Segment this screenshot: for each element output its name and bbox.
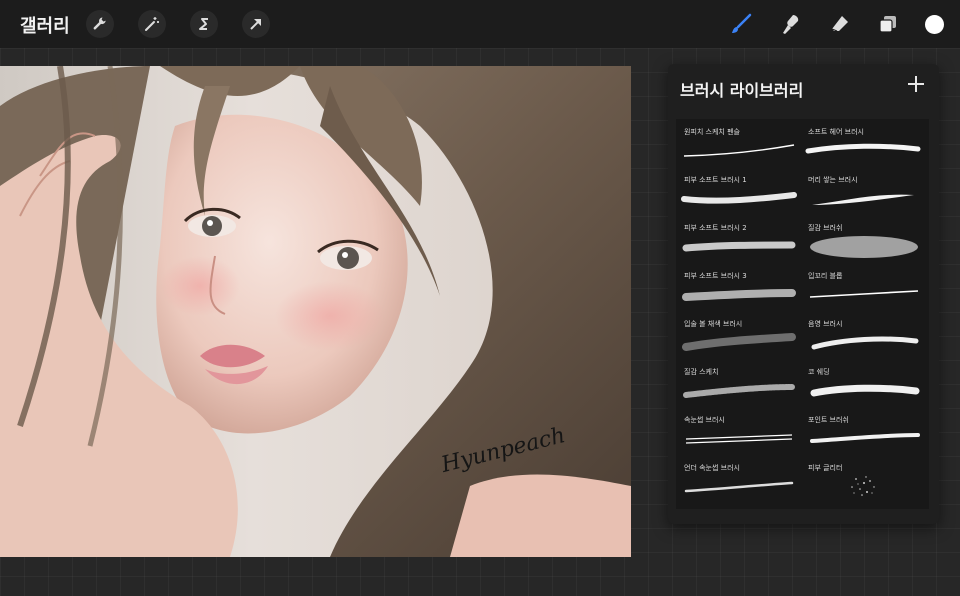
- layers-icon[interactable]: [874, 10, 902, 38]
- color-picker-swatch[interactable]: [925, 15, 944, 34]
- brush-item[interactable]: 피부 소프트 브러시 3: [676, 263, 801, 311]
- wrench-icon[interactable]: [86, 10, 114, 38]
- brush-item[interactable]: 입꼬리 블롭: [800, 263, 925, 311]
- brush-item[interactable]: 머리 쌓는 브러시: [800, 167, 925, 215]
- brush-stroke-preview: [810, 433, 920, 443]
- portrait-illustration: [0, 66, 631, 557]
- brush-stroke-preview: [683, 144, 795, 157]
- brush-stroke-preview: [810, 384, 920, 397]
- brush-stroke-preview: [682, 333, 796, 351]
- brush-item[interactable]: 코 쉐딩: [800, 359, 925, 407]
- smudge-icon[interactable]: [776, 10, 804, 38]
- brush-stroke-preview: [809, 290, 919, 298]
- brush-library-panel: 브러시 라이브러리 원피치 스케치 펜슬 소프트 헤어 브러시 피부 소프트 브…: [668, 64, 939, 524]
- brush-stroke-preview: [851, 476, 875, 496]
- brush-item[interactable]: 소프트 헤어 브러시: [800, 119, 925, 167]
- brush-item[interactable]: 피부 소프트 브러시 2: [676, 215, 801, 263]
- magic-wand-icon[interactable]: [138, 10, 166, 38]
- arrow-icon[interactable]: [242, 10, 270, 38]
- brush-item[interactable]: 원피치 스케치 펜슬: [676, 119, 801, 167]
- brush-item[interactable]: 피부 글리터: [800, 455, 925, 503]
- selection-s-icon[interactable]: [190, 10, 218, 38]
- add-brush-plus-icon[interactable]: [906, 74, 926, 94]
- brush-item[interactable]: 포인트 브러쉬: [800, 407, 925, 455]
- brush-item[interactable]: 언더 속눈썹 브러시: [676, 455, 801, 503]
- brush-stroke-preview: [811, 336, 919, 350]
- brush-stroke-preview: [810, 236, 918, 258]
- brush-item[interactable]: 질감 스케치: [676, 359, 801, 407]
- brush-stroke-preview: [812, 194, 914, 205]
- brush-icon[interactable]: [727, 10, 755, 38]
- brush-stroke-preview: [682, 241, 796, 252]
- brush-item[interactable]: 질감 브러쉬: [800, 215, 925, 263]
- brush-stroke-preview: [683, 384, 795, 398]
- brush-stroke-preview: [681, 192, 797, 204]
- brush-stroke-preview: [684, 481, 794, 493]
- brush-stroke-preview: [682, 289, 796, 301]
- panel-title: 브러시 라이브러리: [680, 81, 804, 100]
- brush-item[interactable]: 음영 브러시: [800, 311, 925, 359]
- gallery-button[interactable]: 갤러리: [20, 12, 70, 38]
- brush-item[interactable]: 입술 볼 채색 브러시: [676, 311, 801, 359]
- brush-item[interactable]: 피부 소프트 브러시 1: [676, 167, 801, 215]
- artwork-canvas[interactable]: Hyunpeach: [0, 66, 631, 557]
- brush-item[interactable]: 속눈썹 브러시: [676, 407, 801, 455]
- brush-grid: 원피치 스케치 펜슬 소프트 헤어 브러시 피부 소프트 브러시 1 머리 쌓는…: [676, 119, 929, 509]
- brush-stroke-preview: [805, 143, 921, 154]
- eraser-icon[interactable]: [826, 10, 854, 38]
- top-toolbar: 갤러리: [0, 0, 960, 48]
- brush-stroke-preview: [685, 434, 793, 444]
